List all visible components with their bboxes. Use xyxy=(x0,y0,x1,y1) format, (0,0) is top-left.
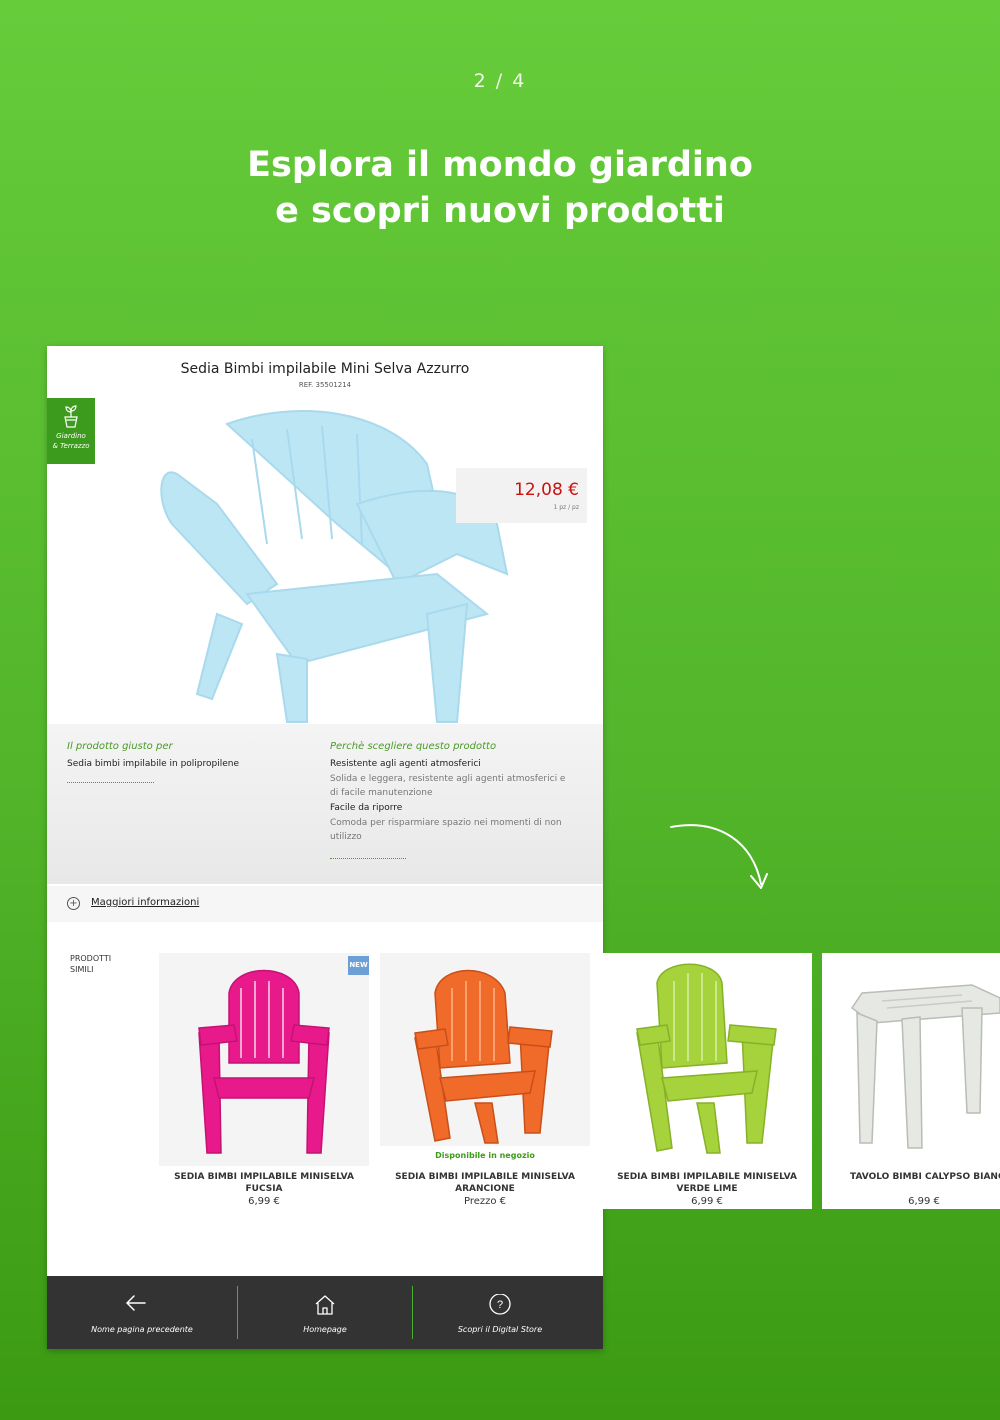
product-price: 6,99 € xyxy=(691,1196,723,1207)
nav-back-label: Nome pagina precedente xyxy=(91,1325,193,1334)
product-card[interactable]: SEDIA BIMBI IMPILABILE MINISELVA VERDE L… xyxy=(602,953,812,1209)
price-value: 12,08 € xyxy=(514,480,579,500)
product-price: Prezzo € xyxy=(463,1196,507,1207)
feature-title: Facile da riporre xyxy=(330,803,403,813)
product-name-line: SEDIA BIMBI IMPILABILE MINISELVA xyxy=(617,1172,797,1182)
feature-text: utilizzo xyxy=(330,832,362,842)
feature-text: Comoda per risparmiare spazio nei moment… xyxy=(330,818,562,828)
info-left-heading: Il prodotto giusto per xyxy=(67,741,173,752)
nav-help-label: Scopri il Digital Store xyxy=(457,1325,543,1334)
product-name-line: ARANCIONE xyxy=(455,1184,515,1194)
curved-arrow-icon xyxy=(670,824,768,889)
product-image xyxy=(160,410,509,723)
nav-back[interactable]: Nome pagina precedente xyxy=(47,1276,237,1349)
plant-pot-icon xyxy=(64,405,78,428)
price-box: 12,08 € 1 pz / pz xyxy=(456,468,587,523)
new-badge: NEW xyxy=(348,956,369,975)
plus-circle-icon: + xyxy=(67,897,80,910)
product-image xyxy=(602,953,812,1166)
product-info-panel: Il prodotto giusto per Sedia bimbi impil… xyxy=(47,724,603,884)
product-image: NEW xyxy=(159,953,369,1166)
category-label-1: Giardino xyxy=(56,432,86,440)
feature-text: di facile manutenzione xyxy=(330,788,433,798)
headline-line2: e scopri nuovi prodotti xyxy=(275,191,725,231)
similar-label-1: PRODOTTI xyxy=(70,954,112,963)
chair-image xyxy=(414,969,553,1144)
divider xyxy=(330,858,406,859)
divider xyxy=(67,782,154,783)
back-arrow-icon xyxy=(126,1295,146,1311)
svg-text:?: ? xyxy=(497,1299,503,1311)
chair-image xyxy=(636,963,777,1154)
similar-label-2: SIMILI xyxy=(70,965,94,974)
product-name-line: TAVOLO BIMBI CALYPSO BIANCO xyxy=(850,1172,1000,1182)
product-name: SEDIA BIMBI IMPILABILE MINISELVA FUCSIA xyxy=(159,1171,369,1195)
product-name: SEDIA BIMBI IMPILABILE MINISELVA ARANCIO… xyxy=(380,1171,590,1195)
nav-help[interactable]: ? Scopri il Digital Store xyxy=(413,1276,587,1349)
product-price: 6,99 € xyxy=(908,1196,940,1207)
home-icon xyxy=(315,1295,335,1315)
similar-products-label: PRODOTTI SIMILI xyxy=(70,953,111,975)
headline: Esplora il mondo giardino e scopri nuovi… xyxy=(0,142,1000,234)
product-name: SEDIA BIMBI IMPILABILE MINISELVA VERDE L… xyxy=(602,1171,812,1195)
product-name-line: VERDE LIME xyxy=(676,1184,738,1194)
product-name: TAVOLO BIMBI CALYPSO BIANCO xyxy=(822,1171,1000,1183)
price-unit: 1 pz / pz xyxy=(553,504,579,511)
nav-home[interactable]: Homepage xyxy=(238,1276,412,1349)
product-title: Sedia Bimbi impilabile Mini Selva Azzurr… xyxy=(180,361,470,377)
feature-text: Solida e leggera, resistente agli agenti… xyxy=(330,774,566,784)
product-price: 6,99 € xyxy=(248,1196,280,1207)
product-name-line: FUCSIA xyxy=(245,1184,283,1194)
table-image xyxy=(850,984,1000,1149)
product-name-line: SEDIA BIMBI IMPILABILE MINISELVA xyxy=(174,1172,354,1182)
product-name-line: SEDIA BIMBI IMPILABILE MINISELVA xyxy=(395,1172,575,1182)
page-indicator: 2 / 4 xyxy=(473,70,527,92)
availability-label: Disponibile in negozio xyxy=(435,1151,535,1160)
more-info-row[interactable]: + Maggiori informazioni xyxy=(47,886,603,922)
product-ref: REF. 35501214 xyxy=(298,381,352,389)
product-image xyxy=(380,953,590,1146)
product-image xyxy=(822,953,1000,1166)
bottom-nav: Nome pagina precedente Homepage ? Scopri… xyxy=(47,1276,603,1349)
feature-title: Resistente agli agenti atmosferici xyxy=(330,759,481,769)
product-card[interactable]: TAVOLO BIMBI CALYPSO BIANCO 6,99 € xyxy=(822,953,1000,1209)
help-icon: ? xyxy=(489,1294,511,1315)
chair-image xyxy=(198,969,330,1154)
info-left-text: Sedia bimbi impilabile in polipropilene xyxy=(67,759,240,769)
category-badge[interactable]: Giardino & Terrazzo xyxy=(47,398,95,464)
category-label-2: & Terrazzo xyxy=(52,442,90,450)
headline-line1: Esplora il mondo giardino xyxy=(247,145,753,185)
more-info-link[interactable]: Maggiori informazioni xyxy=(91,897,199,908)
info-right-heading: Perchè scegliere questo prodotto xyxy=(330,741,497,752)
nav-home-label: Homepage xyxy=(303,1325,347,1334)
